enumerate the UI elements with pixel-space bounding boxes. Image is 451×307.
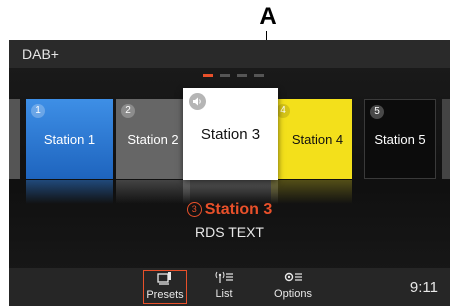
- header-bar: DAB+: [9, 40, 450, 68]
- bottom-bar: Presets List Options 9:11: [9, 268, 450, 306]
- preset-tile-partial-right[interactable]: [442, 99, 450, 179]
- rds-text: RDS TEXT: [195, 224, 264, 240]
- clock: 9:11: [409, 279, 438, 296]
- source-title: DAB+: [22, 46, 59, 62]
- page-dot: [203, 74, 213, 77]
- list-button[interactable]: List: [202, 270, 246, 304]
- list-label: List: [215, 288, 233, 300]
- preset-name: Station 5: [374, 131, 426, 147]
- preset-tile-partial-left[interactable]: [9, 99, 20, 179]
- page-dot: [237, 74, 247, 77]
- presets-button[interactable]: Presets: [143, 270, 187, 304]
- infotainment-screen: DAB+ 1 Station 1 2 Station 2 4 Station 4…: [9, 40, 450, 306]
- now-playing: 3 Station 3 RDS TEXT: [9, 200, 450, 240]
- preset-tile-3-active[interactable]: Station 3: [183, 88, 278, 180]
- preset-name: Station 2: [127, 131, 179, 147]
- preset-tile-5[interactable]: 5 Station 5: [364, 99, 436, 179]
- options-label: Options: [274, 288, 312, 300]
- preset-name: Station 1: [43, 131, 96, 147]
- antenna-list-icon: [202, 270, 246, 288]
- now-playing-station-name: Station 3: [204, 201, 273, 218]
- page-dot: [220, 74, 230, 77]
- preset-name: Station 3: [200, 125, 261, 143]
- gear-list-icon: [265, 270, 321, 288]
- preset-tile-4[interactable]: 4 Station 4: [271, 99, 352, 179]
- callout-label: A: [259, 3, 277, 30]
- options-button[interactable]: Options: [265, 270, 321, 304]
- now-playing-station: 3 Station 3: [9, 200, 450, 220]
- now-playing-number: 3: [186, 202, 202, 217]
- page-indicator: [203, 74, 265, 77]
- preset-name: Station 4: [291, 131, 344, 147]
- preset-tile-2[interactable]: 2 Station 2: [116, 99, 190, 179]
- preset-tile-1[interactable]: 1 Station 1: [26, 99, 113, 179]
- presets-icon: [144, 271, 186, 289]
- page-dot: [254, 74, 264, 77]
- presets-label: Presets: [146, 289, 184, 301]
